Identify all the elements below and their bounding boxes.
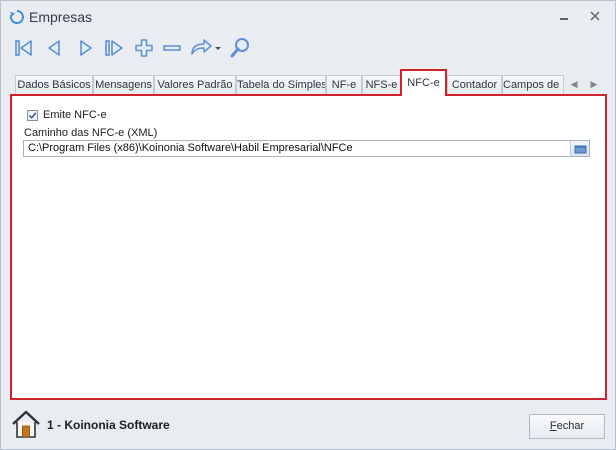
tab-nfc-e[interactable]: NFC-e bbox=[400, 69, 447, 96]
nfce-path-input[interactable]: C:\Program Files (x86)\Koinonia Software… bbox=[23, 140, 590, 157]
first-record-button[interactable] bbox=[11, 35, 37, 61]
remove-button[interactable] bbox=[159, 35, 185, 61]
remove-icon bbox=[163, 45, 181, 51]
next-record-icon bbox=[80, 40, 92, 56]
tab-dados-basicos[interactable]: Dados Básicos bbox=[15, 75, 93, 96]
nfce-tab-panel: Emite NFC-e Caminho das NFC-e (XML) C:\P… bbox=[10, 94, 607, 400]
home-icon bbox=[12, 410, 40, 438]
fechar-mnemonic: F bbox=[549, 420, 557, 432]
add-button[interactable] bbox=[131, 35, 157, 61]
tab-scroll-left-button[interactable]: ◀ bbox=[567, 75, 581, 93]
undo-button[interactable] bbox=[187, 35, 223, 61]
company-name: 1 - Koinonia Software bbox=[47, 418, 170, 432]
first-record-icon bbox=[15, 40, 32, 56]
tab-mensagens[interactable]: Mensagens bbox=[93, 75, 154, 96]
previous-record-icon bbox=[48, 40, 60, 56]
nfce-path-label: Caminho das NFC-e (XML) bbox=[24, 127, 158, 139]
previous-record-button[interactable] bbox=[41, 35, 67, 61]
search-button[interactable] bbox=[227, 35, 253, 61]
tab-contador[interactable]: Contador bbox=[447, 75, 502, 96]
checkmark-icon bbox=[28, 111, 37, 119]
search-icon bbox=[230, 38, 249, 58]
fechar-button[interactable]: Fechar bbox=[529, 414, 605, 439]
empresas-window: Empresas Dados Básicos Mensagens Valores… bbox=[0, 0, 616, 450]
fechar-label: echar bbox=[556, 420, 585, 432]
close-window-button[interactable] bbox=[585, 8, 605, 26]
tab-scroll-right-button[interactable]: ▶ bbox=[587, 75, 601, 93]
folder-icon bbox=[574, 145, 586, 153]
window-title: Empresas bbox=[29, 9, 93, 25]
last-record-button[interactable] bbox=[101, 35, 127, 61]
emite-nfce-checkbox[interactable] bbox=[27, 109, 38, 121]
tab-valores-padrao[interactable]: Valores Padrão bbox=[154, 75, 236, 96]
close-icon bbox=[590, 11, 600, 21]
undo-icon bbox=[191, 39, 221, 55]
title-bar: Empresas bbox=[1, 1, 615, 31]
emite-nfce-option[interactable]: Emite NFC-e bbox=[27, 108, 107, 122]
minimize-icon bbox=[560, 18, 568, 20]
browse-folder-button[interactable] bbox=[570, 141, 589, 156]
tab-nf-e[interactable]: NF-e bbox=[326, 75, 362, 96]
next-record-button[interactable] bbox=[73, 35, 99, 61]
tab-campos-de-usuario[interactable]: Campos de U bbox=[502, 75, 564, 96]
tab-strip: Dados Básicos Mensagens Valores Padrão T… bbox=[11, 69, 607, 96]
refresh-icon bbox=[9, 10, 24, 24]
minimize-button[interactable] bbox=[554, 8, 574, 26]
emite-nfce-label: Emite NFC-e bbox=[43, 109, 107, 121]
last-record-icon bbox=[105, 40, 123, 56]
navigation-toolbar bbox=[11, 35, 311, 61]
chevron-right-icon: ▶ bbox=[590, 79, 598, 89]
chevron-left-icon: ◀ bbox=[570, 79, 578, 89]
tab-tabela-do-simples[interactable]: Tabela do Simples bbox=[236, 75, 326, 96]
tab-nfs-e[interactable]: NFS-e bbox=[362, 75, 401, 96]
status-footer: 1 - Koinonia Software Fechar bbox=[1, 403, 615, 449]
add-icon bbox=[135, 39, 153, 57]
